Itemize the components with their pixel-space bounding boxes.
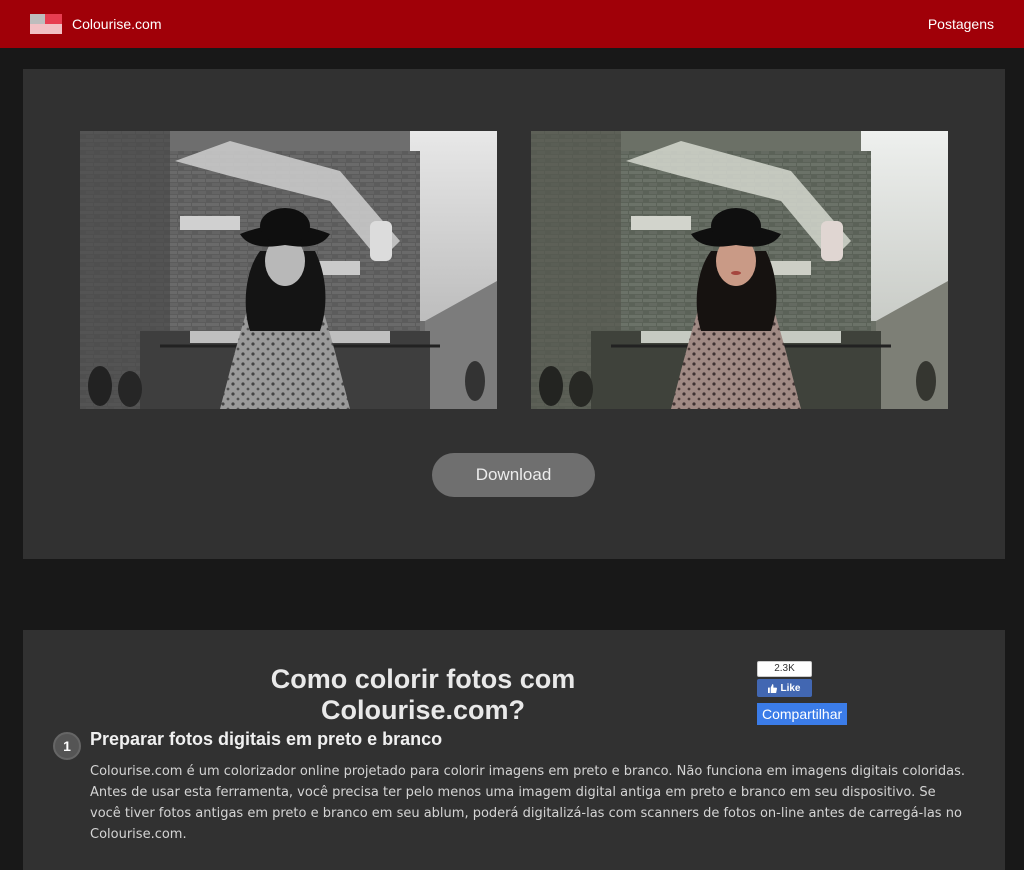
nav-link-postagens[interactable]: Postagens (928, 16, 994, 32)
brand-name[interactable]: Colourise.com (72, 16, 161, 32)
share-button[interactable]: Compartilhar (757, 703, 848, 725)
logo-icon (30, 14, 62, 34)
original-bw-photo (80, 131, 497, 409)
download-button[interactable]: Download (432, 453, 595, 497)
step-description: Colourise.com é um colorizador online pr… (90, 764, 966, 842)
like-button[interactable]: Like (757, 679, 812, 697)
step-title: Preparar fotos digitais em preto e branc… (90, 729, 443, 749)
step-number-badge: 1 (53, 732, 81, 760)
brand[interactable]: Colourise.com (30, 14, 161, 34)
like-label: Like (780, 682, 801, 694)
top-nav-bar: Colourise.com Postagens (0, 0, 1024, 48)
like-count: 2.3K (757, 661, 812, 677)
guide-title: Como colorir fotos com Colourise.com? (270, 664, 576, 725)
preview-panel: Download (23, 69, 1005, 559)
thumbs-up-icon (768, 683, 778, 693)
colorized-photo (531, 131, 948, 409)
facebook-like-widget: 2.3K Like (757, 661, 812, 697)
guide-panel: Como colorir fotos com Colourise.com? 2.… (23, 630, 1005, 870)
